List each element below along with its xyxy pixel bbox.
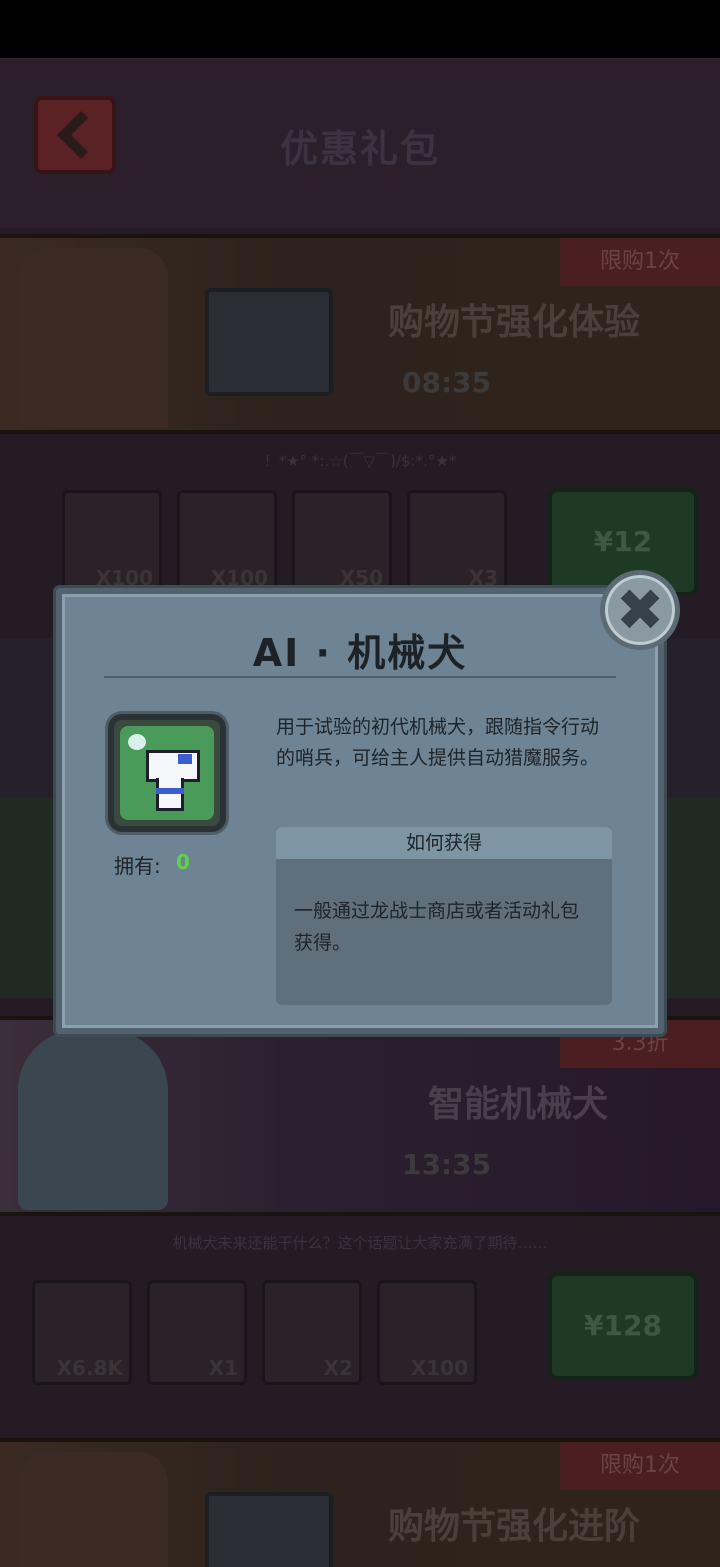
robot-dog-icon	[120, 726, 214, 820]
pack-timer: 08:35	[402, 366, 492, 399]
item-slot[interactable]: X100	[177, 490, 277, 595]
header: 优惠礼包	[0, 58, 720, 228]
pack-items-row: X100 X100 X50 X3	[22, 490, 522, 600]
treasure-chest-icon	[205, 1492, 333, 1567]
item-info-dialog: AI · 机械犬 拥有: 0 用于试验的初代机械犬，跟随指令行动的哨兵，可给主人…	[56, 588, 664, 1034]
item-slot[interactable]: X100	[62, 490, 162, 595]
pack-timer: 13:35	[402, 1148, 492, 1181]
how-to-get-panel: 如何获得 一般通过龙战士商店或者活动礼包获得。	[276, 827, 612, 1005]
pack-items-row: X6.8K X1 X2 X100	[22, 1280, 522, 1390]
close-button[interactable]: ✖	[600, 570, 680, 650]
item-frame	[108, 714, 226, 832]
limit-tag: 限购1次	[560, 238, 720, 286]
limit-tag: 限购1次	[560, 1442, 720, 1490]
pack-banner-1[interactable]: 限购1次 购物节强化体验 08:35	[0, 234, 720, 434]
pack-title: 智能机械犬	[428, 1084, 609, 1125]
item-slot[interactable]: X1	[147, 1280, 247, 1385]
item-description: 用于试验的初代机械犬，跟随指令行动的哨兵，可给主人提供自动猎魔服务。	[276, 716, 600, 769]
close-x-icon: ✖	[615, 576, 665, 644]
item-slot[interactable]: X3	[407, 490, 507, 595]
status-bar	[0, 0, 720, 58]
item-slot[interactable]: X6.8K	[32, 1280, 132, 1385]
treasure-chest-icon	[205, 288, 333, 396]
pack-subtext: ！*★° *:.☆(￣▽￣)/$:*.°★*	[263, 452, 457, 470]
pack-subtext: 机械犬未来还能干什么？这个话题让大家充满了期待……	[172, 1234, 548, 1252]
dialog-title: AI · 机械犬	[252, 631, 468, 675]
how-to-get-header: 如何获得	[276, 827, 612, 859]
page-title: 优惠礼包	[279, 127, 440, 171]
divider	[104, 676, 616, 678]
item-slot[interactable]: X50	[292, 490, 392, 595]
hero-art	[18, 1452, 168, 1567]
owned-label: 拥有:	[114, 854, 161, 878]
owned-count: 0	[176, 850, 190, 874]
item-slot[interactable]: X2	[262, 1280, 362, 1385]
hero-art	[18, 248, 168, 428]
angel-art	[18, 1030, 168, 1210]
pack-title: 购物节强化体验	[388, 302, 641, 343]
item-slot[interactable]: X100	[377, 1280, 477, 1385]
how-to-get-text: 一般通过龙战士商店或者活动礼包获得。	[294, 900, 580, 954]
pack-banner-3[interactable]: 限购1次 购物节强化进阶	[0, 1438, 720, 1567]
chat-bubble-icon	[128, 734, 146, 750]
pack-title: 购物节强化进阶	[388, 1506, 641, 1547]
buy-button-128[interactable]: ¥128	[548, 1272, 698, 1380]
pack-banner-2[interactable]: 3.3折 智能机械犬 13:35	[0, 1016, 720, 1216]
